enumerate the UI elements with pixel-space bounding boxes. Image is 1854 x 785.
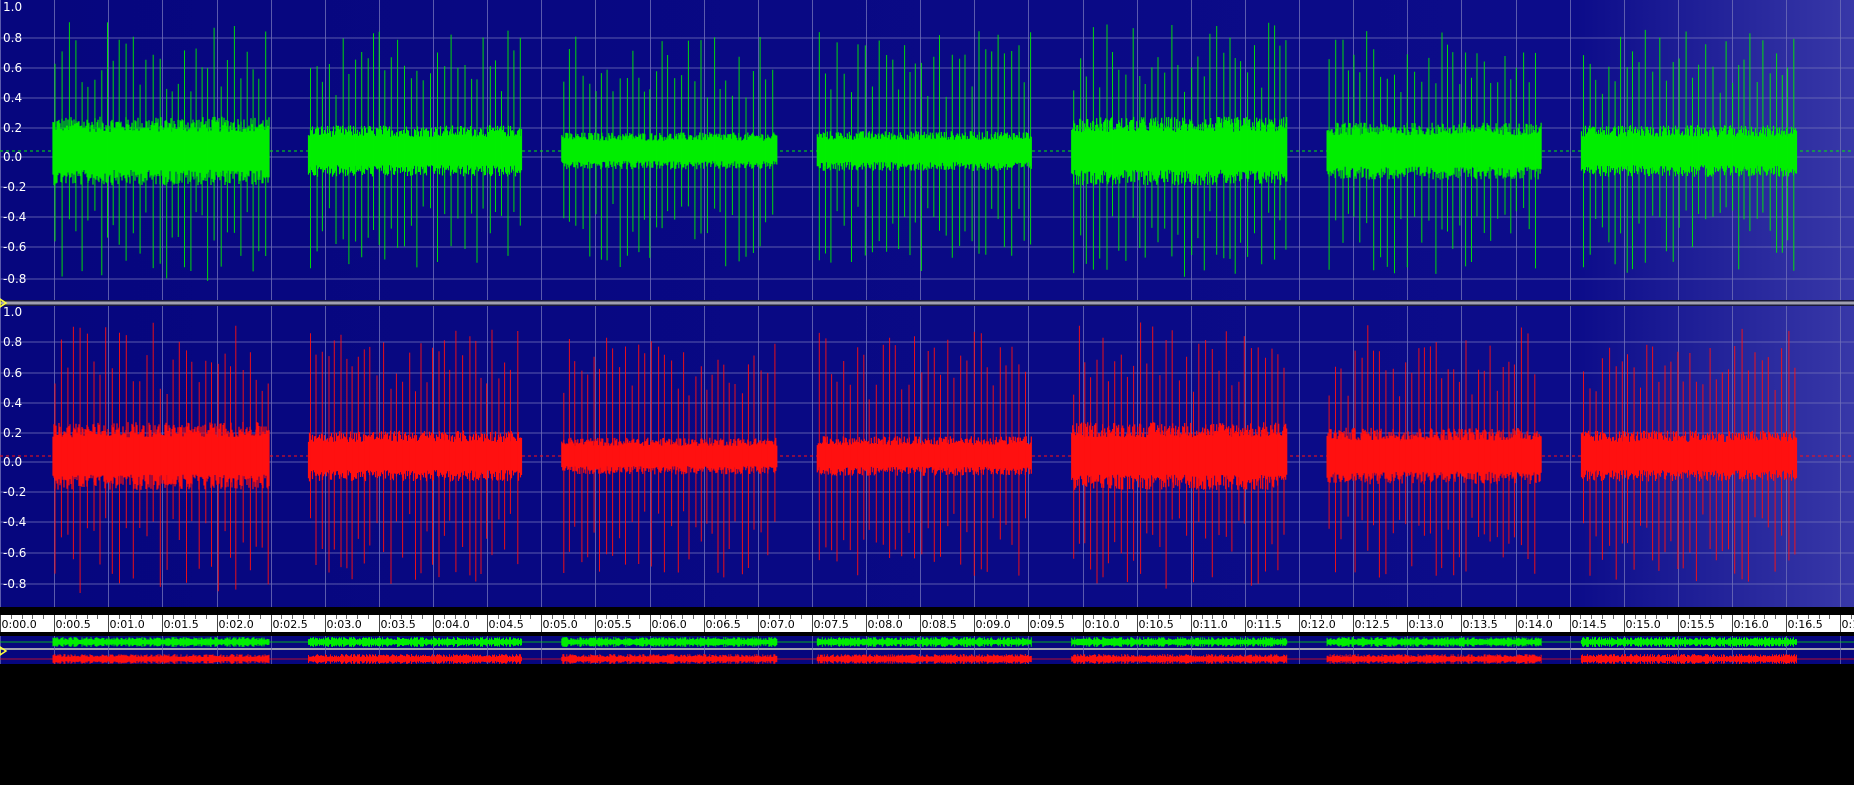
- time-label: 0:03.5: [381, 618, 416, 631]
- time-label: 0:04.0: [435, 618, 470, 631]
- waveform-editor[interactable]: 1.0 0.8 0.6 0.4 0.2 0.0 -0.2 -0.4 -0.6 -0.8 1.0 0.8…: [0, 0, 1854, 785]
- overview-separator: [0, 648, 1854, 650]
- time-label: 0:13.5: [1463, 618, 1498, 631]
- time-label: 0:16.5: [1788, 618, 1823, 631]
- time-label: 0:04.5: [489, 618, 524, 631]
- time-label: 0:12.0: [1301, 618, 1336, 631]
- time-label: 0:06.5: [706, 618, 741, 631]
- time-label: 0:12.5: [1355, 618, 1390, 631]
- time-label: 0:09.5: [1030, 618, 1065, 631]
- overview-strip[interactable]: [0, 636, 1854, 785]
- time-label: 0:01.5: [164, 618, 199, 631]
- time-label: 0:08.0: [868, 618, 903, 631]
- time-label: 0:01.0: [110, 618, 145, 631]
- amplitude-label: 0.0: [3, 455, 22, 469]
- time-label: 0:09.0: [976, 618, 1011, 631]
- waveform-segment-body: [816, 131, 1032, 171]
- amplitude-label: 0.4: [3, 91, 22, 105]
- amplitude-label: 0.2: [3, 426, 22, 440]
- amplitude-label: 0.8: [3, 31, 22, 45]
- amplitude-label: -0.2: [3, 180, 26, 194]
- time-label: 0:14.0: [1518, 618, 1553, 631]
- time-label: 0:10.0: [1085, 618, 1120, 631]
- time-label: 0:02.5: [273, 618, 308, 631]
- time-label: 0:06.0: [652, 618, 687, 631]
- time-label: 0:15.5: [1680, 618, 1715, 631]
- time-label: 0:15.0: [1626, 618, 1661, 631]
- amplitude-label: 0.8: [3, 335, 22, 349]
- time-label: 0:00.5: [56, 618, 91, 631]
- time-label: 0:10.5: [1139, 618, 1174, 631]
- time-ruler[interactable]: 0:00.0 0:00.5 0:01.0 0:01.5 0:02.0 0:02.5 0:03…: [0, 615, 1854, 636]
- time-label: 0:11.5: [1247, 618, 1282, 631]
- time-label: 0:13.0: [1409, 618, 1444, 631]
- overview-lower-fill: [0, 664, 1854, 785]
- amplitude-label: -0.6: [3, 546, 26, 560]
- amplitude-label: -0.8: [3, 272, 26, 286]
- ruler-bottom-band: [0, 632, 1854, 636]
- time-label: 0:03.0: [327, 618, 362, 631]
- amplitude-label: -0.2: [3, 485, 26, 499]
- time-label: 0:11.0: [1193, 618, 1228, 631]
- amplitude-label: -0.4: [3, 210, 26, 224]
- time-label: 0:05.0: [543, 618, 578, 631]
- amplitude-label: 0.4: [3, 396, 22, 410]
- waveform-segment-body: [307, 125, 523, 177]
- amplitude-label: 1.0: [3, 305, 22, 319]
- amplitude-label: -0.4: [3, 515, 26, 529]
- time-label: 0:05.5: [597, 618, 632, 631]
- amplitude-label: 0.6: [3, 61, 22, 75]
- ruler-top-band: [0, 607, 1854, 615]
- time-label: 0:08.5: [922, 618, 957, 631]
- time-label: 0:02.0: [219, 618, 254, 631]
- time-label: 0:14.5: [1572, 618, 1607, 631]
- time-label: 0:07.0: [760, 618, 795, 631]
- amplitude-label: -0.8: [3, 577, 26, 591]
- amplitude-label: -0.6: [3, 240, 26, 254]
- time-label: 0:07.5: [814, 618, 849, 631]
- time-label: 0:17: [1842, 618, 1854, 631]
- waveform-view[interactable]: 1.0 0.8 0.6 0.4 0.2 0.0 -0.2 -0.4 -0.6 -0.8 1.0 0.8…: [0, 0, 1854, 785]
- amplitude-label: 1.0: [3, 0, 22, 14]
- amplitude-label: 0.6: [3, 366, 22, 380]
- amplitude-label: 0.2: [3, 121, 22, 135]
- time-label: 0:00.0: [2, 618, 37, 631]
- amplitude-label: 0.0: [3, 150, 22, 164]
- time-label: 0:16.0: [1734, 618, 1769, 631]
